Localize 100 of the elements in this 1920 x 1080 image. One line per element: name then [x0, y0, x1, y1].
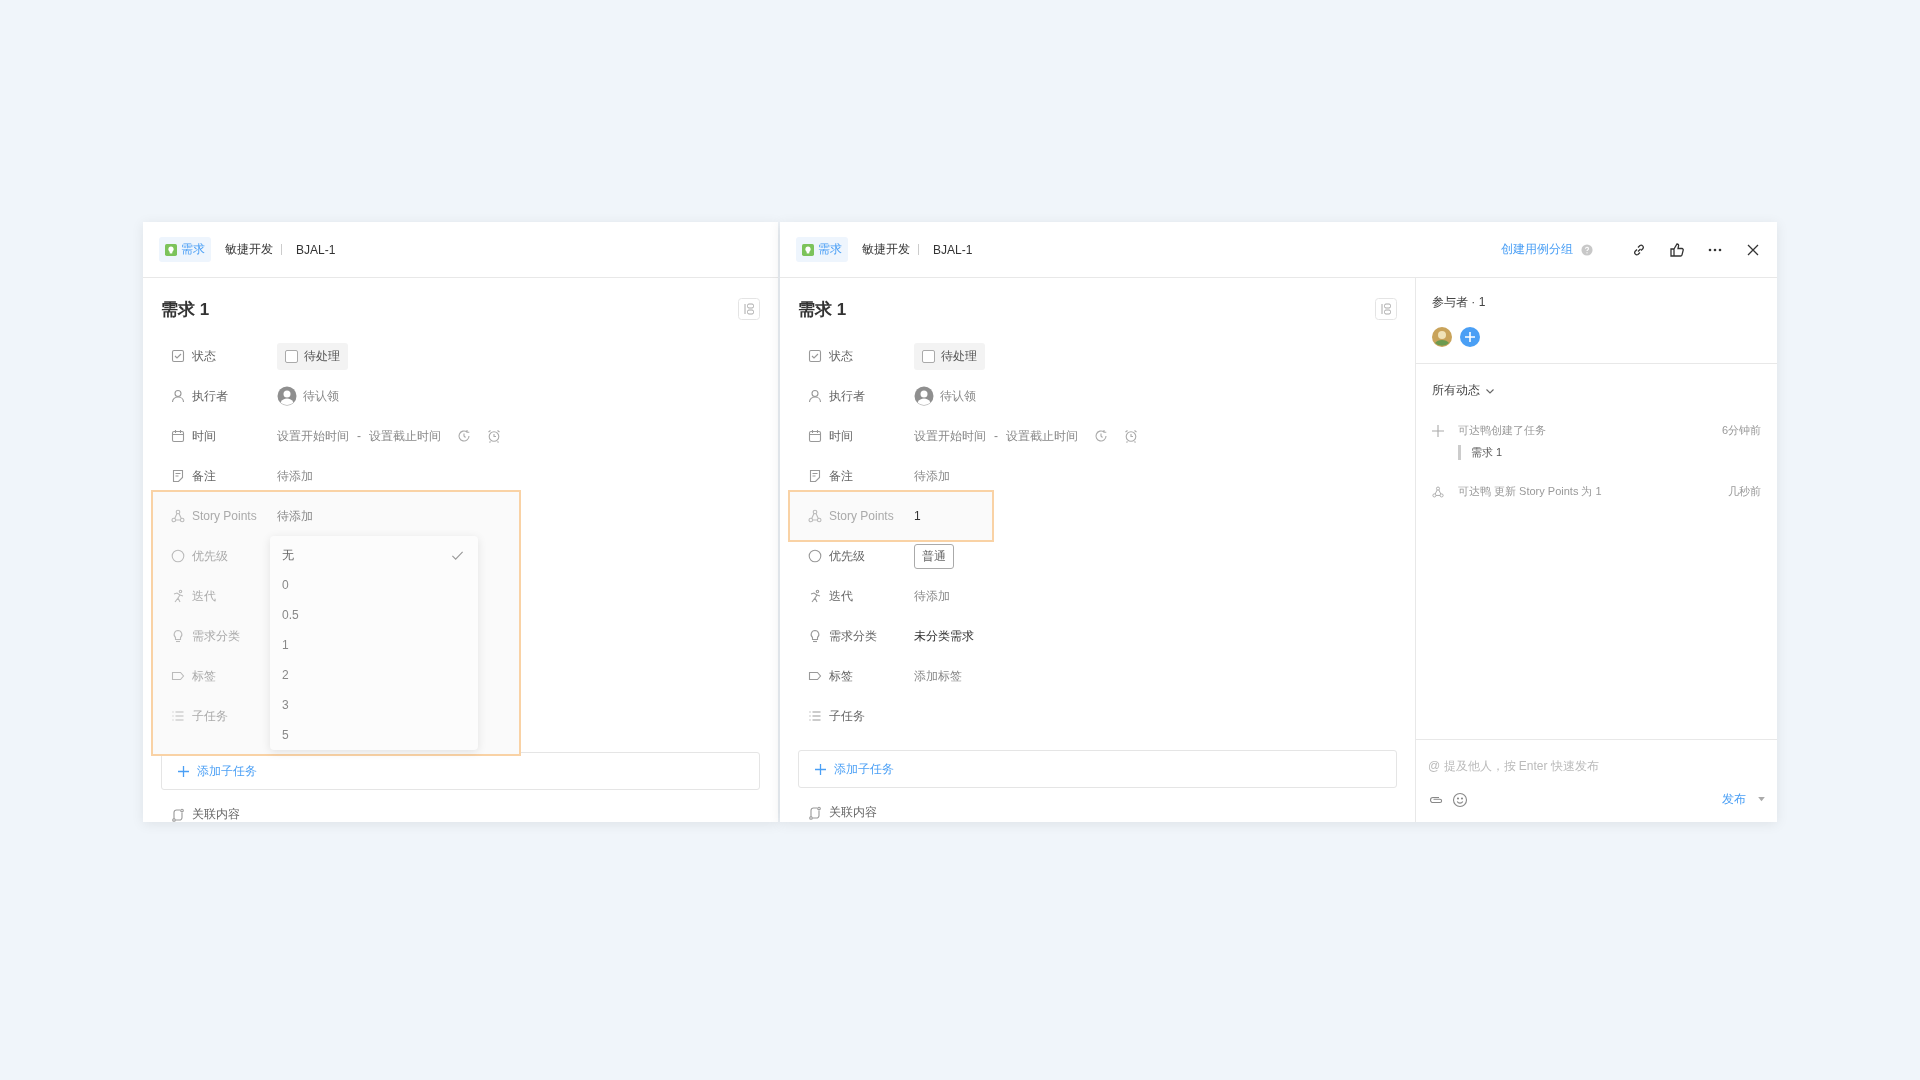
circle-icon [171, 549, 185, 563]
status-checkbox[interactable] [922, 349, 935, 363]
alarm-clock-icon[interactable] [487, 429, 501, 443]
assignee-button[interactable]: 待认领 [277, 386, 339, 406]
field-label: 执行者 [829, 387, 865, 405]
task-title[interactable]: 需求 1 [161, 297, 210, 321]
avatar-icon [277, 386, 297, 406]
due-time-field[interactable]: 设置截止时间 [369, 427, 441, 445]
field-placeholder[interactable]: 待添加 [277, 467, 313, 485]
field-label: 时间 [192, 427, 216, 445]
time-separator: - [994, 429, 998, 443]
list-icon [171, 709, 185, 723]
dropdown-option[interactable]: 无 [270, 540, 478, 570]
tag-icon [171, 669, 185, 683]
task-title[interactable]: 需求 1 [798, 297, 847, 321]
person-icon [808, 389, 822, 403]
activity-filter[interactable]: 所有动态 [1432, 382, 1495, 399]
tag-icon [808, 669, 822, 683]
help-icon[interactable] [1581, 243, 1593, 256]
field-label: 子任务 [192, 707, 228, 725]
field-label: 迭代 [829, 587, 853, 605]
dropdown-option[interactable]: 2 [270, 660, 478, 690]
field-placeholder[interactable]: 待添加 [277, 507, 313, 525]
checkbox-icon [171, 349, 185, 363]
field-value[interactable]: 1 [914, 509, 921, 523]
avatar-icon [914, 386, 934, 406]
activity-time: 6分钟前 [1721, 423, 1761, 438]
create-group-link[interactable]: 创建用例分组 [1501, 241, 1573, 258]
status-button[interactable]: 待处理 [277, 342, 348, 370]
runner-icon [808, 589, 822, 603]
add-subtask-button[interactable]: 添加子任务 [161, 752, 760, 790]
dropdown-option[interactable]: 1 [270, 630, 478, 660]
type-badge[interactable]: 需求 [796, 237, 848, 262]
calendar-icon [808, 429, 822, 443]
type-badge[interactable]: 需求 [159, 237, 211, 262]
field-placeholder[interactable]: 待添加 [914, 467, 950, 485]
dropdown-option[interactable]: 0.5 [270, 600, 478, 630]
field-label: 执行者 [192, 387, 228, 405]
activity-time: 几秒前 [1728, 484, 1761, 499]
field-placeholder[interactable]: 添加标签 [914, 667, 962, 685]
lightbulb-icon [808, 629, 822, 643]
project-name[interactable]: 敏捷开发 [225, 241, 273, 258]
field-label: 需求分类 [192, 627, 240, 645]
link-node-icon [808, 805, 822, 820]
lightbulb-icon [802, 243, 814, 256]
note-icon [808, 469, 822, 483]
status-checkbox[interactable] [285, 349, 298, 363]
nodes-icon [808, 509, 822, 523]
field-label: 时间 [829, 427, 853, 445]
field-label: 状态 [829, 347, 853, 365]
calendar-icon [171, 429, 185, 443]
field-label: Story Points [192, 509, 257, 523]
thumbs-up-icon[interactable] [1669, 241, 1685, 258]
field-value[interactable]: 未分类需求 [914, 627, 974, 645]
field-label: 标签 [829, 667, 853, 685]
dropdown-option[interactable]: 5 [270, 720, 478, 750]
add-subtask-button[interactable]: 添加子任务 [798, 750, 1397, 788]
status-button[interactable]: 待处理 [914, 342, 985, 370]
publish-button[interactable]: 发布 [1722, 791, 1746, 808]
person-icon [171, 389, 185, 403]
dropdown-option[interactable]: 0 [270, 570, 478, 600]
due-time-field[interactable]: 设置截止时间 [1006, 427, 1078, 445]
add-participant-icon[interactable] [1460, 327, 1480, 347]
avatar[interactable] [1432, 327, 1452, 347]
field-label: 需求分类 [829, 627, 877, 645]
alarm-clock-icon[interactable] [1124, 429, 1138, 443]
layout-toggle-icon[interactable] [738, 298, 760, 320]
note-icon [171, 469, 185, 483]
activity-text: 可达鸭 更新 Story Points 为 1 [1458, 484, 1602, 499]
lightbulb-icon [171, 629, 185, 643]
repeat-icon[interactable] [457, 429, 471, 443]
field-placeholder[interactable]: 待添加 [914, 587, 950, 605]
field-label: 标签 [192, 667, 216, 685]
start-time-field[interactable]: 设置开始时间 [277, 427, 349, 445]
field-label: 子任务 [829, 707, 865, 725]
emoji-icon[interactable] [1452, 791, 1468, 808]
lightbulb-icon [165, 243, 177, 256]
task-key: BJAL-1 [933, 242, 973, 257]
assignee-button[interactable]: 待认领 [914, 386, 976, 406]
caret-icon[interactable] [1758, 797, 1765, 802]
related-content-label[interactable]: 关联内容 [829, 804, 877, 821]
field-label: 优先级 [192, 547, 228, 565]
priority-tag[interactable]: 普通 [914, 543, 954, 569]
participants-title: 参与者 · 1 [1432, 294, 1487, 311]
plus-icon [1432, 425, 1444, 437]
runner-icon [171, 589, 185, 603]
dropdown-option[interactable]: 3 [270, 690, 478, 720]
field-label: 备注 [829, 467, 853, 485]
activity-text: 可达鸭创建了任务 [1458, 423, 1546, 438]
nodes-icon [1432, 486, 1444, 498]
related-content-label[interactable]: 关联内容 [192, 806, 240, 822]
time-separator: - [357, 429, 361, 443]
circle-icon [808, 549, 822, 563]
layout-toggle-icon[interactable] [1375, 298, 1397, 320]
field-label: Story Points [829, 509, 894, 523]
repeat-icon[interactable] [1094, 429, 1108, 443]
project-name[interactable]: 敏捷开发 [862, 241, 910, 258]
activity-quote: 需求 1 [1458, 445, 1761, 460]
start-time-field[interactable]: 设置开始时间 [914, 427, 986, 445]
plus-icon [178, 765, 189, 777]
